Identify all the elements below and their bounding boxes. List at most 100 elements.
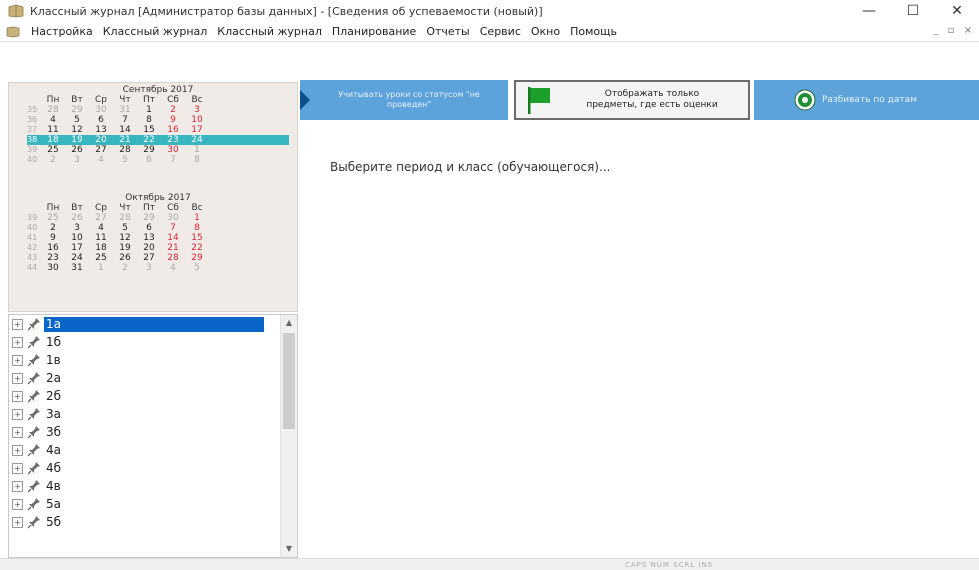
calendar-day[interactable]: 7 [161,223,185,233]
close-button[interactable]: ✕ [935,0,979,22]
calendar-month-title[interactable]: Октябрь 2017 [27,193,289,203]
calendar-day[interactable]: 30 [161,145,185,155]
mdi-child-controls[interactable]: _ ▫ × [933,25,975,36]
calendar-day[interactable]: 19 [113,243,137,253]
menu-window[interactable]: Окно [526,25,565,38]
calendar-day[interactable]: 5 [113,223,137,233]
expand-plus-icon[interactable]: + [12,480,23,492]
tree-item[interactable]: +3а [9,405,281,423]
calendar-day[interactable]: 31 [65,263,89,273]
calendar-day[interactable]: 6 [137,155,161,165]
show-graded-subjects-toggle[interactable]: Отображать только предметы, где есть оце… [514,80,750,120]
calendar-day[interactable]: 13 [89,125,113,135]
tree-item[interactable]: +1в [9,351,281,369]
calendar-day[interactable]: 24 [65,253,89,263]
calendar-day[interactable]: 30 [161,213,185,223]
scroll-thumb[interactable] [283,333,295,429]
menu-service[interactable]: Сервис [475,25,526,38]
calendar-day[interactable]: 3 [185,105,209,115]
calendar-day[interactable]: 11 [41,125,65,135]
calendar-day[interactable]: 28 [161,253,185,263]
menu-class-journal-2[interactable]: Классный журнал [212,25,327,38]
calendar-day[interactable]: 4 [89,223,113,233]
calendar-day[interactable]: 14 [161,233,185,243]
tree-item[interactable]: +2б [9,387,281,405]
calendar-month-title[interactable]: Сентябрь 2017 [27,85,289,95]
calendar-day[interactable]: 18 [41,135,65,145]
maximize-button[interactable]: ☐ [891,0,935,22]
menu-class-journal[interactable]: Классный журнал [98,25,213,38]
calendar-day[interactable]: 2 [41,223,65,233]
calendar-day[interactable]: 7 [161,155,185,165]
calendar-day[interactable]: 29 [185,253,209,263]
calendar-day[interactable]: 28 [113,213,137,223]
calendar-day[interactable]: 2 [113,263,137,273]
calendar-day[interactable]: 23 [161,135,185,145]
calendar-day[interactable]: 28 [113,145,137,155]
expand-plus-icon[interactable]: + [12,336,23,348]
calendar-day[interactable]: 6 [137,223,161,233]
calendar-day[interactable]: 1 [185,145,209,155]
menu-planning[interactable]: Планирование [327,25,421,38]
tree-item[interactable]: +2а [9,369,281,387]
calendar-day[interactable]: 31 [113,105,137,115]
calendar-day[interactable]: 13 [137,233,161,243]
calendar-day[interactable]: 2 [41,155,65,165]
calendar-day[interactable]: 27 [137,253,161,263]
calendar-day[interactable]: 22 [185,243,209,253]
calendar-day[interactable]: 24 [185,135,209,145]
calendar-day[interactable]: 25 [41,145,65,155]
calendar-day[interactable]: 19 [65,135,89,145]
minimize-button[interactable]: — [847,0,891,22]
expand-plus-icon[interactable]: + [12,408,23,420]
count-unheld-lessons-toggle[interactable]: Учитывать уроки со статусом "не проведен… [300,80,508,120]
menu-reports[interactable]: Отчеты [421,25,474,38]
calendar-day[interactable]: 2 [161,105,185,115]
calendar-day[interactable]: 16 [41,243,65,253]
tree-item[interactable]: +3б [9,423,281,441]
calendar-day[interactable]: 8 [137,115,161,125]
expand-plus-icon[interactable]: + [12,498,23,510]
calendar-day[interactable]: 18 [89,243,113,253]
calendar-day[interactable]: 20 [137,243,161,253]
calendar-day[interactable]: 12 [65,125,89,135]
calendar-day[interactable]: 27 [89,213,113,223]
calendar-day[interactable]: 20 [89,135,113,145]
tree-item[interactable]: +1б [9,333,281,351]
calendar-day[interactable]: 10 [65,233,89,243]
menu-help[interactable]: Помощь [565,25,622,38]
expand-plus-icon[interactable]: + [12,390,23,402]
calendar-day[interactable]: 4 [89,155,113,165]
calendar-day[interactable]: 29 [65,105,89,115]
scroll-up-arrow-icon[interactable]: ▲ [281,315,297,331]
calendar-day[interactable]: 26 [113,253,137,263]
scroll-down-arrow-icon[interactable]: ▼ [281,541,297,557]
calendar-day[interactable]: 11 [89,233,113,243]
calendar-day[interactable]: 3 [137,263,161,273]
tree-item[interactable]: +4в [9,477,281,495]
tree-item[interactable]: +4б [9,459,281,477]
calendar-day[interactable]: 30 [41,263,65,273]
expand-plus-icon[interactable]: + [12,318,23,330]
calendar-day[interactable]: 15 [137,125,161,135]
calendar-day[interactable]: 14 [113,125,137,135]
expand-plus-icon[interactable]: + [12,516,23,528]
calendar-day[interactable]: 8 [185,155,209,165]
calendar-day[interactable]: 26 [65,145,89,155]
menu-settings[interactable]: Настройка [26,25,98,38]
tree-item[interactable]: +5а [9,495,281,513]
calendar-day[interactable]: 12 [113,233,137,243]
calendar-day[interactable]: 22 [137,135,161,145]
calendar-day[interactable]: 25 [41,213,65,223]
expand-plus-icon[interactable]: + [12,372,23,384]
calendar-day[interactable]: 6 [89,115,113,125]
calendar-day[interactable]: 21 [161,243,185,253]
calendar-day[interactable]: 1 [185,213,209,223]
calendar-day[interactable]: 3 [65,223,89,233]
calendar-day[interactable]: 7 [113,115,137,125]
tree-item[interactable]: +1а [9,315,281,333]
calendar-day[interactable]: 1 [137,105,161,115]
calendar-day[interactable]: 3 [65,155,89,165]
calendar-day[interactable]: 5 [65,115,89,125]
calendar-day[interactable]: 26 [65,213,89,223]
